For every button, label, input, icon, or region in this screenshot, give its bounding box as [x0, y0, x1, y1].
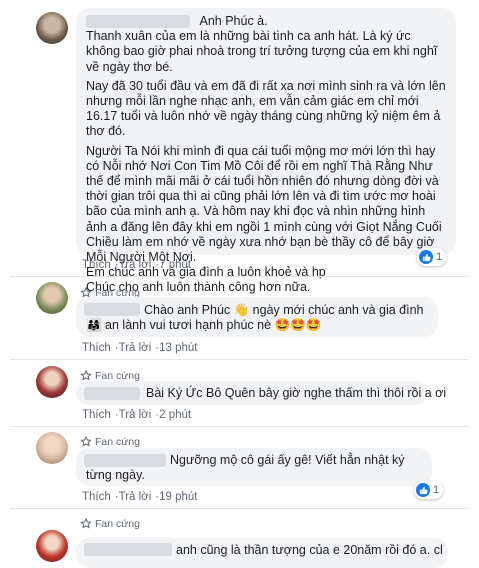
fan-badge: Fan cứng	[80, 518, 140, 530]
avatar[interactable]	[36, 282, 68, 314]
fan-badge-label: Fan cứng	[95, 436, 140, 448]
reaction-count-pill[interactable]: 1	[414, 481, 444, 499]
like-reaction-icon	[416, 483, 430, 497]
comment-bubble: Chào anh Phúc 👋 ngày mới chúc anh và gia…	[76, 297, 438, 337]
comment-time[interactable]: 7 phút	[159, 259, 191, 271]
comment-greeting: Anh Phúc à.	[199, 14, 268, 28]
reply-link[interactable]: Trả lời	[119, 259, 152, 271]
reply-link[interactable]: Trả lời	[119, 491, 152, 503]
avatar[interactable]	[36, 530, 68, 562]
comment-paragraph: Chúc cho anh luôn thành công hơn nữa.	[86, 280, 311, 295]
comment-bubble: anh cũng là thần tượng của e 20năm rồi đ…	[76, 538, 448, 568]
comment-time[interactable]: 2 phút	[159, 409, 191, 421]
like-link[interactable]: Thích	[82, 409, 111, 421]
comment-bubble: Bài Ký Ức Bô Quên bây giờ nghe thấm thì …	[76, 381, 447, 405]
comment-actions: Thích ·Trả lời ·2 phút	[82, 409, 191, 421]
comment-actions: Thích ·Trả lời ·7 phút	[82, 259, 191, 271]
divider	[10, 359, 469, 360]
divider	[10, 508, 469, 509]
fan-badge: Fan cứng	[80, 436, 140, 448]
comment-text: Ngưỡng mộ cô gái ấy gê! Viết hẳn nhật ký…	[86, 453, 405, 483]
comment-actions: Thích ·Trả lời ·19 phút	[82, 491, 198, 503]
reaction-count: 1	[433, 484, 440, 496]
comment-text: Bài Ký Ức Bô Quên bây giờ nghe thấm thì …	[146, 386, 447, 400]
reply-link[interactable]: Trả lời	[119, 342, 152, 354]
redacted-author-name[interactable]	[86, 15, 190, 29]
comment-text: Chào anh Phúc 👋 ngày mới chúc anh và gia…	[86, 303, 424, 333]
reaction-count-pill[interactable]: 1	[417, 248, 447, 266]
comment-time[interactable]: 13 phút	[159, 342, 197, 354]
avatar[interactable]	[36, 432, 68, 464]
avatar[interactable]	[36, 12, 68, 44]
like-reaction-icon	[419, 250, 433, 264]
comment-actions: Thích ·Trả lời ·13 phút	[82, 342, 198, 354]
divider	[10, 276, 469, 277]
fan-badge-icon	[80, 436, 92, 447]
redacted-author-name[interactable]	[84, 387, 140, 400]
comment-paragraph: Người Ta Nói khi mình đi qua cái tuổi mộ…	[86, 143, 442, 265]
reply-link[interactable]: Trả lời	[119, 409, 152, 421]
fan-badge-label: Fan cứng	[95, 518, 140, 530]
redacted-author-name[interactable]	[84, 543, 172, 556]
like-link[interactable]: Thích	[82, 259, 111, 271]
like-link[interactable]: Thích	[82, 491, 111, 503]
like-link[interactable]: Thích	[82, 342, 111, 354]
reaction-count: 1	[436, 251, 443, 263]
comment-paragraph: Nay đã 30 tuổi đầu và em đã đi rất xa nơ…	[86, 78, 446, 139]
comment-author-line: Anh Phúc à.	[86, 14, 448, 29]
comment-paragraph: Thanh xuân của em là những bài tình ca a…	[86, 29, 438, 74]
comment-bubble: Anh Phúc à. Thanh xuân của em là những b…	[76, 8, 456, 294]
fan-badge-icon	[80, 518, 92, 529]
avatar[interactable]	[36, 366, 68, 398]
divider	[10, 426, 469, 427]
comment-time[interactable]: 19 phút	[159, 491, 197, 503]
comment-bubble: Ngưỡng mộ cô gái ấy gê! Viết hẳn nhật ký…	[76, 448, 432, 486]
